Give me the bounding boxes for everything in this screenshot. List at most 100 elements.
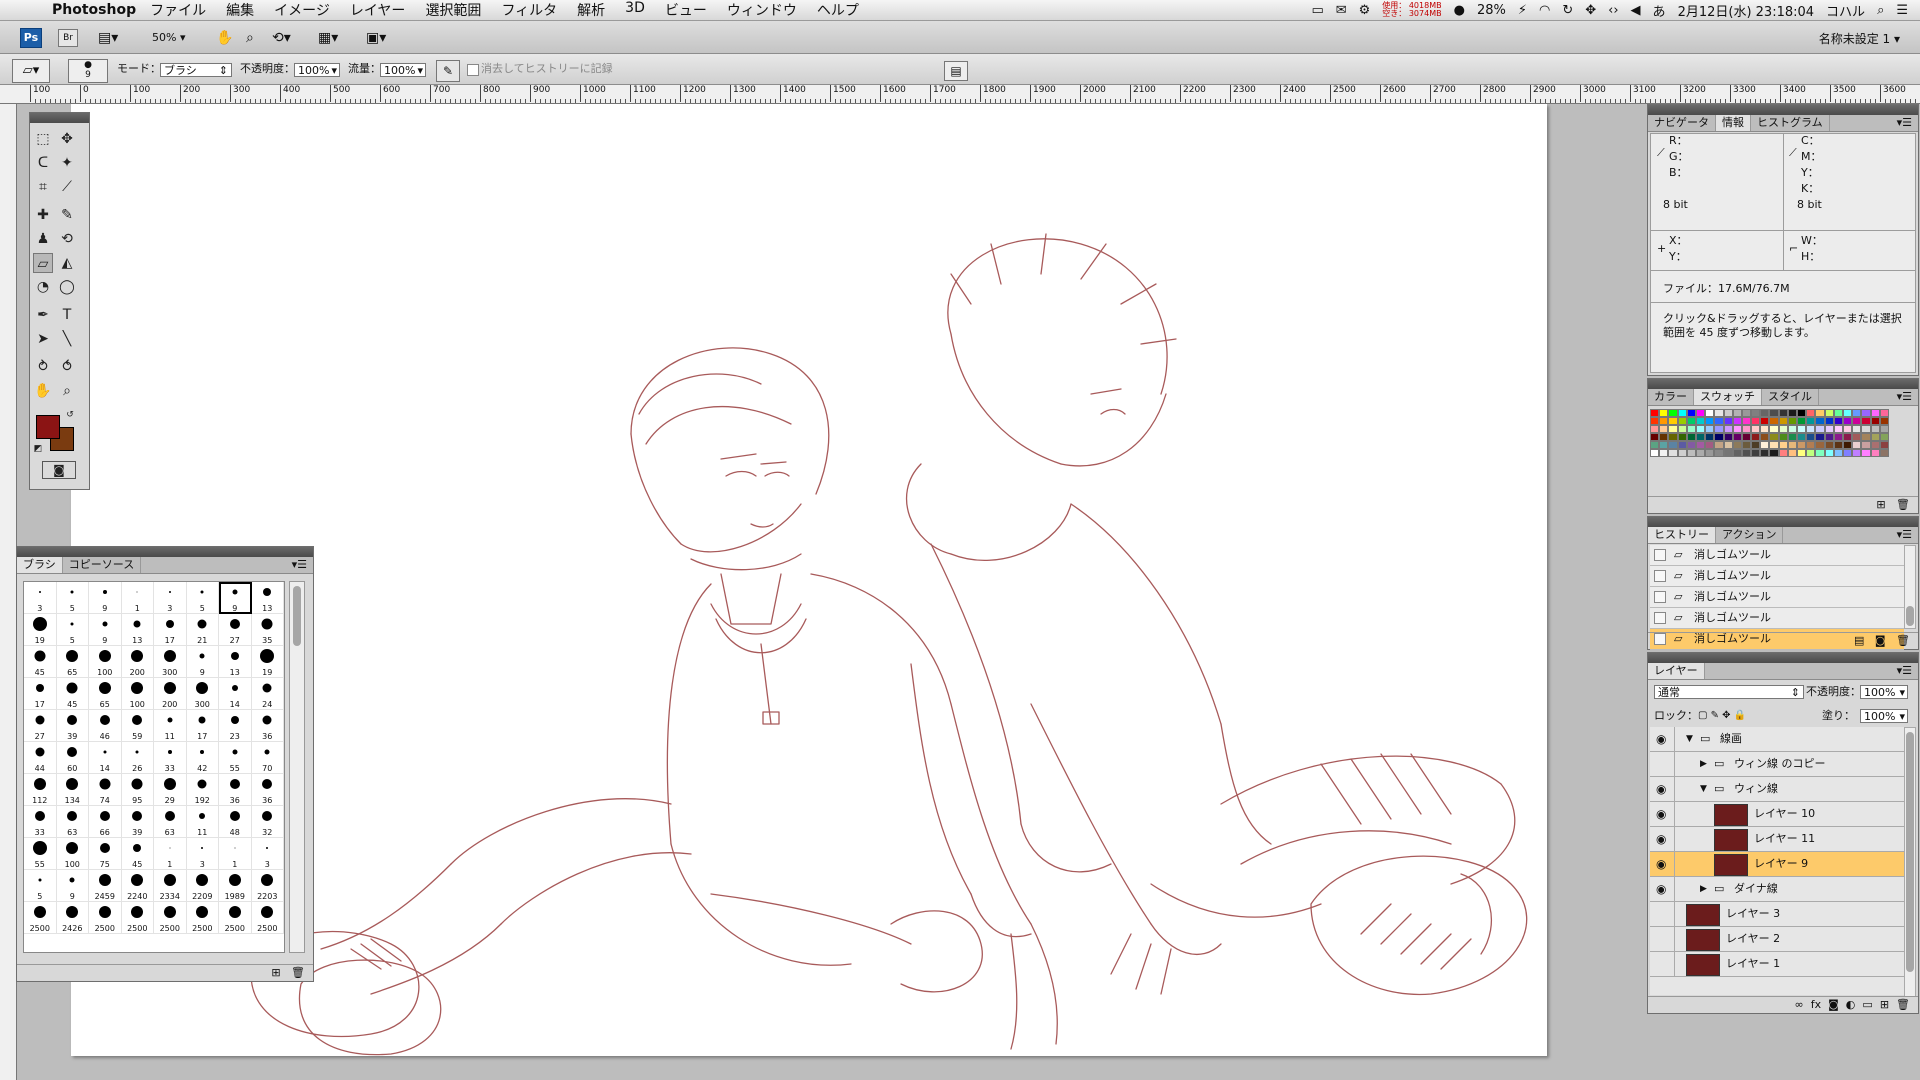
brush-preset[interactable]: 32 (251, 806, 284, 838)
color-swatch[interactable] (1760, 417, 1770, 425)
layer-row[interactable]: レイヤー 1 (1650, 952, 1904, 977)
eye-icon[interactable]: ◉ (1656, 777, 1666, 801)
color-swatch[interactable] (1705, 449, 1715, 457)
code-icon[interactable]: ‹› (1608, 3, 1618, 18)
color-swatch[interactable] (1879, 449, 1889, 457)
color-swatch[interactable] (1769, 441, 1779, 449)
color-swatch[interactable] (1815, 441, 1825, 449)
erase-history-checkbox[interactable] (467, 64, 479, 76)
brush-preset[interactable]: 5 (56, 582, 89, 614)
brush-preset[interactable]: 2459 (89, 870, 122, 902)
color-swatch[interactable] (1760, 449, 1770, 457)
color-swatch[interactable] (1806, 441, 1816, 449)
color-swatch[interactable] (1650, 425, 1660, 433)
hand-icon[interactable]: ✋ (216, 30, 233, 46)
tools-panel[interactable]: ⬚ ✥ ᑕ ✦ ⌗ ⟋ ✚ ✎ ♟ ⟲ ▱ ◭ ◔ ◯ ✒ T ➤ ╲ ⥁ ⥀ … (29, 112, 90, 490)
brush-preset[interactable]: 9 (56, 870, 89, 902)
color-swatch[interactable] (1705, 441, 1715, 449)
layers-scrollbar[interactable] (1904, 727, 1916, 997)
color-swatch[interactable] (1806, 425, 1816, 433)
history-source-checkbox[interactable] (1654, 549, 1666, 561)
color-swatch[interactable] (1677, 409, 1687, 417)
color-swatch[interactable] (1797, 449, 1807, 457)
workspace-switcher[interactable]: 名称未設定 1 ▾ (1819, 30, 1900, 47)
color-swatch[interactable] (1833, 417, 1843, 425)
color-swatch[interactable] (1686, 409, 1696, 417)
brush-preset[interactable]: 3 (251, 838, 284, 870)
color-swatch[interactable] (1787, 441, 1797, 449)
brush-preset[interactable]: 9 (89, 582, 122, 614)
brush-preset-picker[interactable]: ● 9 (68, 59, 108, 83)
eye-icon[interactable]: ◉ (1656, 802, 1666, 826)
color-swatch[interactable] (1741, 433, 1752, 441)
color-swatch[interactable] (1769, 417, 1779, 425)
color-swatch[interactable] (1861, 433, 1871, 441)
eyedropper-tool-icon[interactable]: ⟋ (57, 177, 77, 197)
history-scroll-thumb[interactable] (1906, 606, 1914, 626)
brush-tool-icon[interactable]: ✎ (57, 205, 77, 225)
color-swatch[interactable] (1824, 425, 1834, 433)
color-swatch[interactable] (1751, 433, 1761, 441)
menu-item[interactable]: イメージ (274, 0, 330, 20)
rotate-view-icon[interactable]: ⟲▾ (272, 30, 291, 46)
color-swatch[interactable] (1668, 425, 1678, 433)
color-swatch[interactable] (1668, 409, 1678, 417)
path-selection-tool-icon[interactable]: ➤ (33, 329, 53, 349)
color-swatch[interactable] (1723, 441, 1733, 449)
brush-preset[interactable]: 100 (56, 838, 89, 870)
brush-preset[interactable]: 17 (24, 678, 57, 710)
color-swatch[interactable] (1778, 433, 1788, 441)
color-swatch[interactable] (1705, 417, 1715, 425)
brush-preset[interactable]: 2209 (186, 870, 219, 902)
panel-menu-icon[interactable]: ▾☰ (1891, 115, 1918, 131)
trash-icon[interactable]: 🗑 (291, 966, 305, 979)
brush-preset[interactable]: 63 (56, 806, 89, 838)
screen-mode-icon[interactable]: ▣▾ (366, 30, 386, 46)
collapse-triangle-icon[interactable]: ▶ (1700, 752, 1707, 776)
brush-preset[interactable]: 21 (186, 614, 219, 646)
color-swatch[interactable] (1751, 449, 1761, 457)
type-tool-icon[interactable]: T (57, 305, 77, 325)
color-swatch[interactable] (1769, 409, 1779, 417)
blend-mode-select[interactable]: 通常 ⇕ (1654, 685, 1804, 699)
battery-readout[interactable]: 28% (1477, 3, 1506, 18)
color-swatch[interactable] (1659, 433, 1669, 441)
brush-preset[interactable]: 59 (121, 710, 154, 742)
layer-group-row[interactable]: ◉ ▶ ▭ ダイナ線 (1650, 877, 1904, 902)
brush-preset[interactable]: 45 (121, 838, 154, 870)
dodge-tool-icon[interactable]: ◯ (57, 277, 77, 297)
time-machine-icon[interactable]: ↻ (1562, 3, 1573, 18)
color-swatch[interactable] (1842, 433, 1853, 441)
notification-icon[interactable]: ☰ (1896, 3, 1908, 18)
color-swatch[interactable] (1806, 433, 1816, 441)
brush-preset[interactable]: 70 (251, 742, 284, 774)
brush-preset[interactable]: 2203 (251, 870, 284, 902)
color-swatch[interactable] (1861, 425, 1871, 433)
color-swatch[interactable] (1723, 425, 1733, 433)
brushes-panel-header[interactable] (17, 547, 313, 557)
color-swatch[interactable] (1723, 409, 1733, 417)
color-swatch[interactable] (1815, 425, 1825, 433)
color-swatch[interactable] (1659, 425, 1669, 433)
color-swatch[interactable] (1723, 433, 1733, 441)
history-state[interactable]: ▱ 消しゴムツール (1650, 545, 1904, 566)
brush-preset[interactable]: 23 (219, 710, 252, 742)
marquee-tool-icon[interactable]: ⬚ (33, 129, 53, 149)
eraser-tool-icon[interactable]: ▱ (33, 253, 53, 273)
foreground-color-swatch[interactable] (36, 415, 60, 439)
bridge-button[interactable]: Br (58, 29, 78, 47)
brush-preset[interactable]: 39 (121, 806, 154, 838)
color-swatch[interactable] (1760, 409, 1770, 417)
color-swatch[interactable] (1833, 425, 1843, 433)
color-swatch[interactable] (1741, 425, 1752, 433)
brush-preset[interactable]: 26 (121, 742, 154, 774)
brush-preset[interactable]: 300 (186, 678, 219, 710)
color-swatch[interactable] (1797, 441, 1807, 449)
color-swatch[interactable] (1861, 449, 1871, 457)
color-swatch[interactable] (1815, 433, 1825, 441)
color-swatch[interactable] (1751, 441, 1761, 449)
color-swatch[interactable] (1852, 441, 1862, 449)
expand-triangle-icon[interactable]: ▼ (1686, 727, 1693, 751)
brush-scrollbar[interactable] (289, 581, 305, 953)
brush-preset[interactable]: 33 (154, 742, 187, 774)
